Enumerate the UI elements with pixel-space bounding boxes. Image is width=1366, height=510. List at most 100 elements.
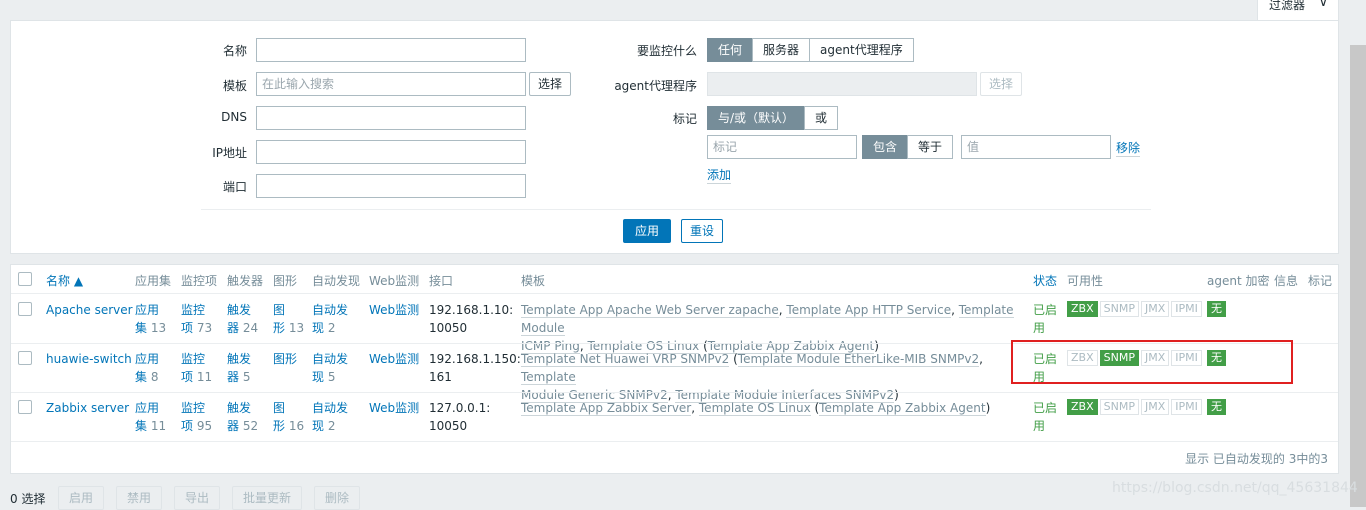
header-templates: 模板 (521, 274, 546, 288)
header-status[interactable]: 状态 (1033, 272, 1057, 289)
filter-tab[interactable]: 过滤器 ⊽ (1257, 0, 1339, 20)
header-interface: 接口 (429, 274, 454, 288)
port-label: 端口 (222, 180, 247, 194)
tag-operator-contains[interactable]: 包含 (862, 135, 909, 159)
template-link[interactable]: Template App Apache Web Server zapache (521, 303, 779, 318)
template-link[interactable]: Template Module EtherLike-MIB SNMPv2 (737, 352, 980, 367)
applications-link[interactable]: 应用集 11 (135, 399, 166, 435)
tag-operator-equals[interactable]: 等于 (907, 135, 954, 159)
items-link[interactable]: 监控项 95 (181, 399, 212, 435)
header-encryption: agent 加密 (1207, 274, 1270, 288)
row-checkbox[interactable] (18, 302, 32, 316)
web-link[interactable]: Web监测 (369, 301, 419, 319)
header-triggers: 触发器 (227, 274, 264, 288)
watermark: https://blog.csdn.net/qq_45631844 (1112, 480, 1358, 496)
mass-update-button[interactable]: 批量更新 (232, 486, 303, 510)
web-link[interactable]: Web监测 (369, 399, 419, 417)
tag-remove-link[interactable]: 移除 (1116, 139, 1141, 157)
monitored-by-any[interactable]: 任何 (707, 38, 754, 62)
reset-button[interactable]: 重设 (681, 219, 724, 243)
row-checkbox[interactable] (18, 400, 32, 414)
tag-name-input[interactable] (707, 135, 857, 159)
template-link[interactable]: Template (521, 370, 576, 385)
graphs-link[interactable]: 图形 16 (273, 399, 304, 435)
header-info: 信息 (1274, 274, 1299, 288)
graphs-link[interactable]: 图形 (273, 350, 297, 368)
zbx-badge: ZBX (1067, 399, 1098, 415)
header-discovery: 自动发现 (312, 274, 361, 288)
proxy-input (707, 72, 977, 96)
interface: 127.0.0.1: 10050 (429, 401, 491, 433)
interface: 192.168.1.10: 10050 (429, 303, 514, 335)
monitored-by-server[interactable]: 服务器 (752, 38, 811, 62)
selected-count: 0 选择 (10, 492, 46, 506)
tag-mode-segment: 与/或（默认） 或 (707, 106, 839, 130)
tags-label: 标记 (672, 112, 697, 126)
status-enabled[interactable]: 已启用 (1033, 301, 1057, 337)
ip-label: IP地址 (212, 146, 247, 160)
template-search-input[interactable] (256, 72, 526, 96)
header-divider (11, 293, 1338, 294)
header-name[interactable]: 名称 ▲ (46, 272, 83, 289)
monitored-by-segment: 任何 服务器 agent代理程序 (707, 38, 914, 62)
filter-separator (201, 209, 1151, 210)
header-items: 监控项 (181, 274, 218, 288)
host-name-link[interactable]: Zabbix server (46, 399, 129, 417)
tag-operator-segment: 包含 等于 (862, 135, 954, 159)
disable-button[interactable]: 禁用 (116, 486, 163, 510)
interface: 192.168.1.150: 161 (429, 352, 521, 384)
items-link[interactable]: 监控项 11 (181, 350, 212, 386)
template-link[interactable]: Template App Zabbix Server (521, 401, 692, 416)
graphs-link[interactable]: 图形 13 (273, 301, 304, 337)
select-all-checkbox[interactable] (18, 272, 32, 286)
tag-mode-and-or[interactable]: 与/或（默认） (707, 106, 806, 130)
dns-label: DNS (221, 110, 247, 124)
tag-value-input[interactable] (961, 135, 1111, 159)
discovery-link[interactable]: 自动发现 5 (312, 350, 348, 386)
enable-button[interactable]: 启用 (58, 486, 105, 510)
web-link[interactable]: Web监测 (369, 350, 419, 368)
status-enabled[interactable]: 已启用 (1033, 399, 1057, 435)
proxy-label: agent代理程序 (614, 79, 697, 93)
triggers-link[interactable]: 触发器 52 (227, 399, 258, 435)
tag-add-link[interactable]: 添加 (707, 166, 732, 184)
host-name-link[interactable]: huawie-switch (46, 350, 132, 368)
availability-badges: ZBX SNMP JMX IPMI (1067, 301, 1204, 317)
jmx-badge: JMX (1140, 301, 1170, 317)
row-divider (11, 392, 1338, 393)
host-name-link[interactable]: Apache server (46, 301, 133, 319)
filter-panel: 名称 模板 选择 DNS IP地址 端口 要监控什么 任何 服务器 agent代… (10, 20, 1339, 254)
applications-link[interactable]: 应用集 8 (135, 350, 159, 386)
name-input[interactable] (256, 38, 526, 62)
snmp-badge: SNMP (1099, 399, 1139, 415)
items-link[interactable]: 监控项 73 (181, 301, 212, 337)
header-availability: 可用性 (1067, 274, 1104, 288)
zbx-badge: ZBX (1067, 301, 1098, 317)
template-link[interactable]: Template OS Linux (698, 401, 811, 416)
monitored-by-proxy[interactable]: agent代理程序 (809, 38, 914, 62)
templates-list: Template Net Huawei VRP SNMPv2 (Template… (521, 352, 983, 403)
header-tags: 标记 (1308, 274, 1333, 288)
proxy-select-button: 选择 (980, 72, 1023, 96)
template-link[interactable]: Template Net Huawei VRP SNMPv2 (521, 352, 730, 367)
vertical-scrollbar[interactable] (1350, 45, 1366, 507)
apply-button[interactable]: 应用 (623, 219, 672, 243)
discovery-link[interactable]: 自动发现 2 (312, 399, 348, 435)
row-checkbox[interactable] (18, 351, 32, 365)
applications-link[interactable]: 应用集 13 (135, 301, 166, 337)
discovery-link[interactable]: 自动发现 2 (312, 301, 348, 337)
triggers-link[interactable]: 触发器 24 (227, 301, 258, 337)
header-web: Web监测 (369, 274, 420, 288)
header-graphs: 图形 (273, 274, 298, 288)
delete-button[interactable]: 删除 (314, 486, 361, 510)
dns-input[interactable] (256, 106, 526, 130)
template-select-button[interactable]: 选择 (529, 72, 572, 96)
ip-input[interactable] (256, 140, 526, 164)
row-divider (11, 441, 1338, 442)
template-link[interactable]: Template App Zabbix Agent (819, 401, 986, 416)
triggers-link[interactable]: 触发器 5 (227, 350, 251, 386)
tag-mode-or[interactable]: 或 (804, 106, 839, 130)
port-input[interactable] (256, 174, 526, 198)
template-link[interactable]: Template App HTTP Service (786, 303, 952, 318)
export-button[interactable]: 导出 (174, 486, 221, 510)
